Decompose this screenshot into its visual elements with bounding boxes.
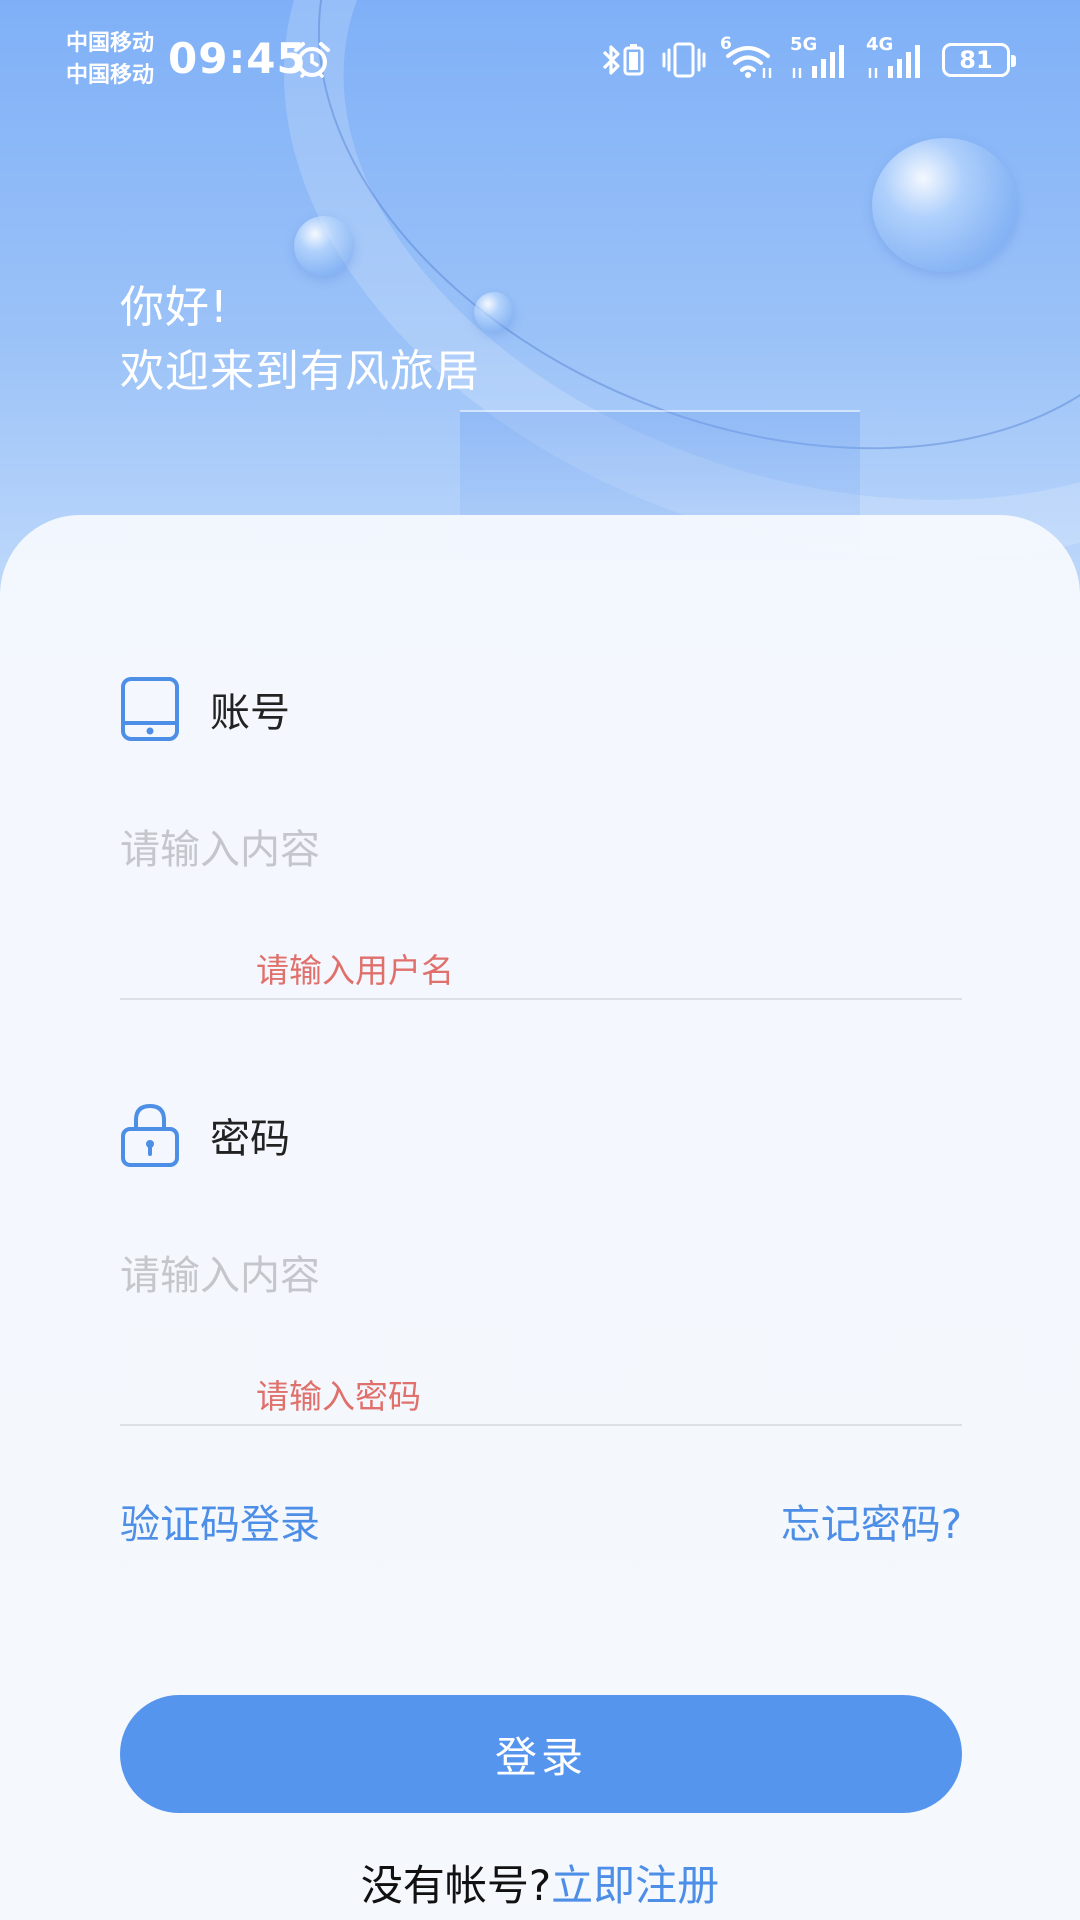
carrier-label: 中国移动 — [66, 31, 155, 56]
status-bar: 中国移动 中国移动 09:45 6 5G 4G 81 — [0, 0, 1080, 110]
account-input[interactable] — [120, 810, 962, 890]
vibrate-icon — [662, 42, 706, 78]
sms-login-link[interactable]: 验证码登录 — [120, 1492, 320, 1550]
wifi-icon: 6 — [720, 34, 776, 80]
login-screen: 中国移动 中国移动 09:45 6 5G 4G 81 你好! 欢迎来到有风旅居 … — [0, 0, 1080, 1920]
password-label: 密码 — [210, 1116, 290, 1162]
password-underline — [120, 1424, 962, 1426]
register-link[interactable]: 立即注册 — [551, 1861, 719, 1910]
signal-5g-icon: 5G — [790, 34, 852, 80]
register-row: 没有帐号?立即注册 — [0, 1852, 1080, 1913]
carrier-labels: 中国移动 中国移动 — [66, 28, 154, 92]
forgot-password-link[interactable]: 忘记密码? — [781, 1492, 962, 1550]
water-droplet — [872, 138, 1018, 272]
greeting: 你好! 欢迎来到有风旅居 — [120, 276, 480, 404]
tablet-icon — [121, 677, 179, 741]
alarm-icon — [294, 42, 330, 78]
password-error: 请输入密码 — [256, 1377, 421, 1416]
account-label-row: 账号 — [120, 676, 290, 742]
water-droplet — [294, 216, 354, 276]
lock-icon — [121, 1103, 179, 1167]
greeting-hello: 你好! — [120, 282, 229, 333]
bluetooth-icon — [602, 44, 644, 76]
account-error: 请输入用户名 — [256, 951, 454, 990]
carrier-label: 中国移动 — [66, 63, 155, 88]
register-prompt: 没有帐号? — [360, 1861, 552, 1910]
account-underline — [120, 998, 962, 1000]
login-button[interactable]: 登录 — [120, 1695, 962, 1813]
battery-level: 81 — [959, 46, 993, 74]
signal-4g-icon: 4G — [866, 34, 928, 80]
battery-icon: 81 — [942, 43, 1016, 77]
status-icons: 6 5G 4G 81 — [600, 34, 1016, 84]
account-label: 账号 — [210, 690, 290, 736]
water-droplet — [474, 292, 514, 332]
status-time: 09:45 — [168, 34, 307, 83]
greeting-welcome: 欢迎来到有风旅居 — [120, 346, 480, 397]
password-label-row: 密码 — [120, 1102, 290, 1168]
password-input[interactable] — [120, 1236, 962, 1316]
